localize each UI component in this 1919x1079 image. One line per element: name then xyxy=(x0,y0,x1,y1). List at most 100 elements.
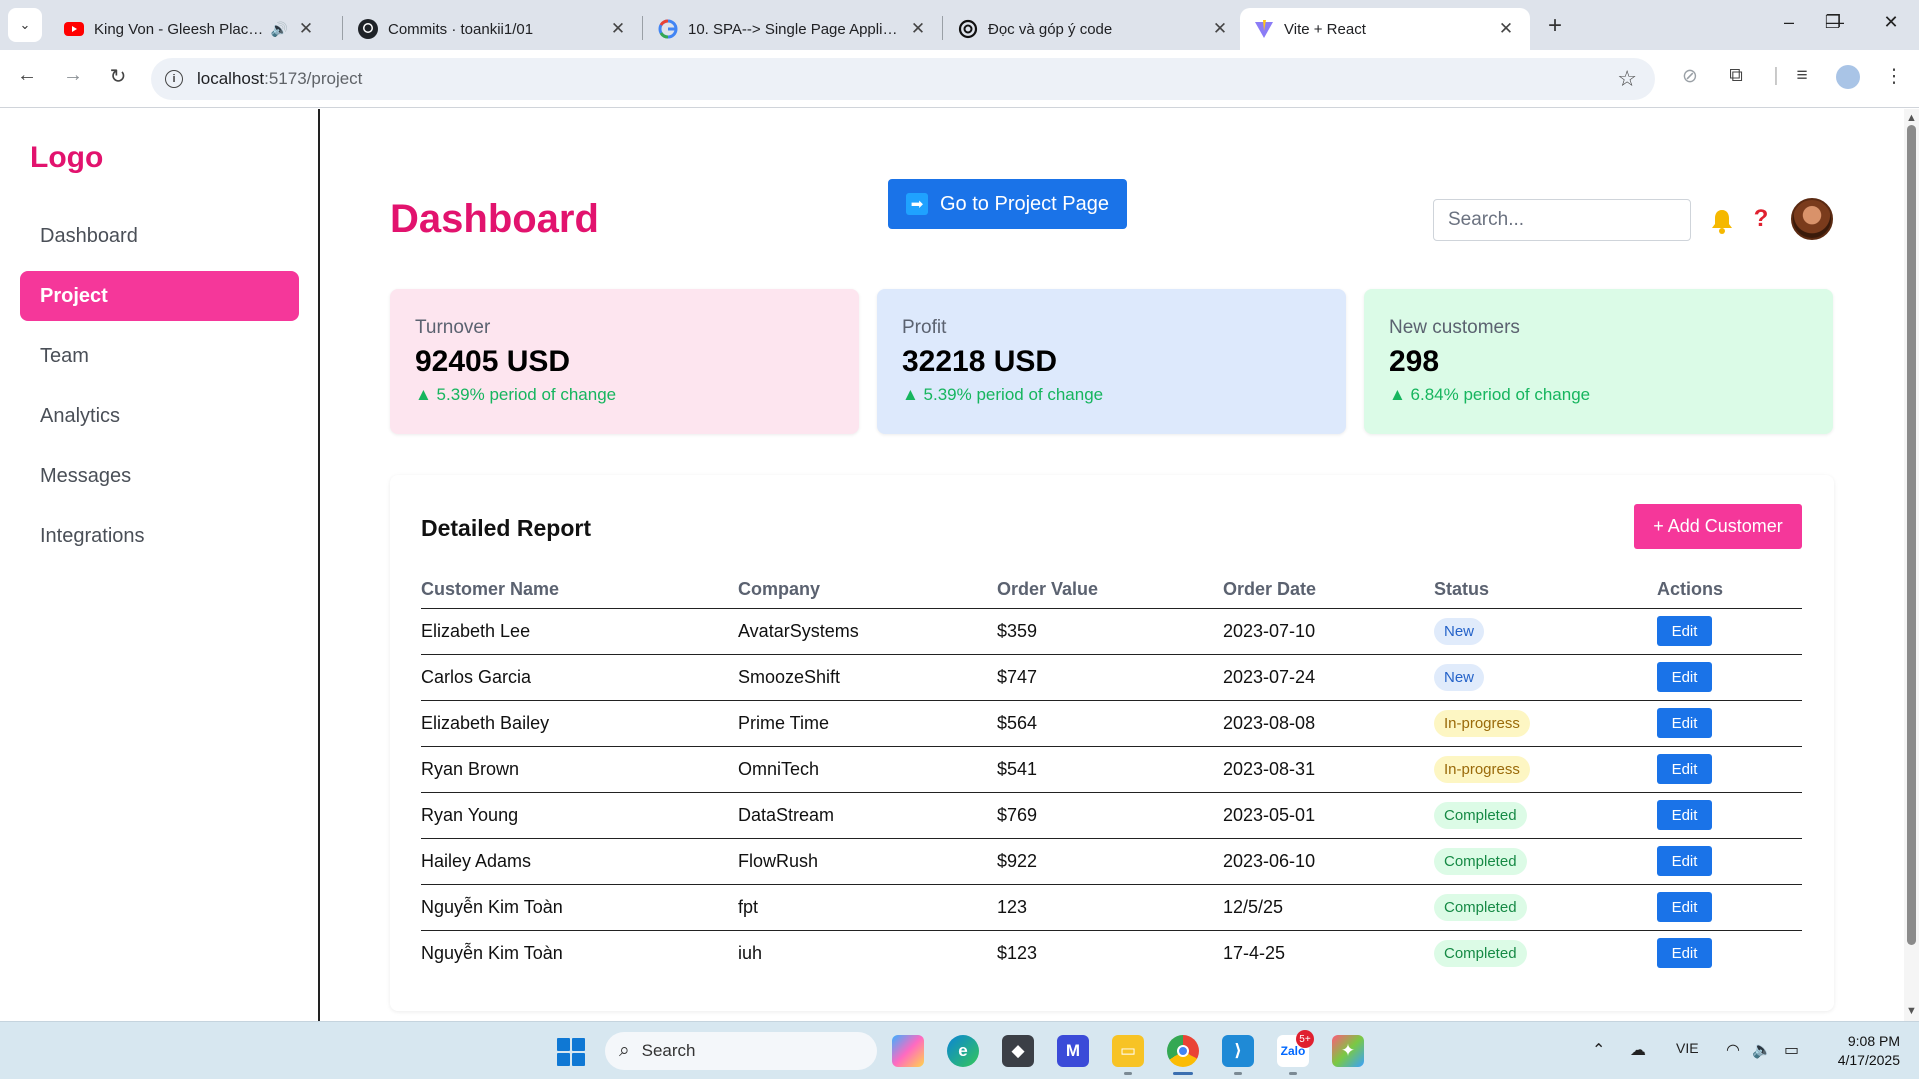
table-row: Hailey Adams FlowRush $922 2023-06-10 Co… xyxy=(421,838,1802,885)
card-label: New customers xyxy=(1389,317,1520,338)
cell-status: Completed xyxy=(1434,930,1657,976)
browser-tab-google[interactable]: 10. SPA--> Single Page Application ✕ xyxy=(644,8,942,50)
edit-button[interactable]: Edit xyxy=(1657,754,1712,784)
sidebar: Logo Dashboard Project Team Analytics Me… xyxy=(0,109,320,1021)
file-explorer-icon[interactable]: ▭ xyxy=(1112,1035,1144,1067)
back-arrow-icon[interactable]: ← xyxy=(12,64,42,87)
go-to-project-button[interactable]: ➡ Go to Project Page xyxy=(888,179,1127,229)
logo[interactable]: Logo xyxy=(30,141,103,175)
close-icon[interactable]: ✕ xyxy=(1496,19,1516,39)
reload-icon[interactable]: ↻ xyxy=(103,64,133,89)
system-clock[interactable]: 9:08 PM 4/17/2025 xyxy=(1818,1032,1900,1070)
new-customers-card: New customers 298 ▲ 6.84% period of chan… xyxy=(1364,289,1833,434)
site-info-icon[interactable]: i xyxy=(165,70,183,88)
unity-icon[interactable]: ◆ xyxy=(1002,1035,1034,1067)
extensions-puzzle-icon[interactable]: ⧉ xyxy=(1722,65,1750,87)
scroll-down-arrow-icon[interactable]: ▼ xyxy=(1905,1005,1918,1017)
column-header-order-value[interactable]: Order Value xyxy=(997,571,1223,609)
add-customer-button[interactable]: + Add Customer xyxy=(1634,504,1802,549)
address-bar[interactable]: i localhost:5173/project ☆ xyxy=(151,58,1655,100)
app-launcher-icon[interactable]: ✦ xyxy=(1332,1035,1364,1067)
edit-button[interactable]: Edit xyxy=(1657,892,1712,922)
minimize-window-button[interactable]: – xyxy=(1774,12,1804,33)
close-icon[interactable]: ✕ xyxy=(608,19,628,39)
sidebar-item-analytics[interactable]: Analytics xyxy=(20,391,299,441)
more-menu-icon[interactable]: ⋮ xyxy=(1880,65,1908,88)
arrow-right-icon: ➡ xyxy=(906,193,928,215)
tab-separator xyxy=(642,16,643,40)
status-badge: In-progress xyxy=(1434,709,1530,737)
cell-customer-name: Ryan Young xyxy=(421,792,738,839)
cell-order-value: $747 xyxy=(997,654,1223,701)
sidebar-item-team[interactable]: Team xyxy=(20,331,299,381)
windows-start-icon[interactable] xyxy=(557,1038,585,1066)
forward-arrow-icon[interactable]: → xyxy=(58,64,88,87)
running-indicator xyxy=(1234,1072,1242,1075)
turnover-card: Turnover 92405 USD ▲ 5.39% period of cha… xyxy=(390,289,859,434)
edit-button[interactable]: Edit xyxy=(1657,846,1712,876)
show-hidden-icons-chevron-icon[interactable]: ⌃ xyxy=(1592,1040,1605,1060)
sidebar-item-dashboard[interactable]: Dashboard xyxy=(20,211,299,261)
tab-title: 10. SPA--> Single Page Application xyxy=(688,20,900,38)
browser-tab-vite[interactable]: Vite + React ✕ xyxy=(1240,8,1530,50)
bell-icon[interactable] xyxy=(1709,207,1735,235)
bookmark-star-icon[interactable]: ☆ xyxy=(1617,66,1637,92)
sidebar-item-project[interactable]: Project xyxy=(20,271,299,321)
chrome-icon[interactable] xyxy=(1167,1035,1199,1067)
search-input[interactable] xyxy=(1433,199,1691,241)
close-icon[interactable]: ✕ xyxy=(296,19,316,39)
close-window-button[interactable]: ✕ xyxy=(1876,12,1906,33)
taskbar-search-box[interactable]: ⌕ Search xyxy=(605,1032,877,1070)
copilot-icon[interactable] xyxy=(892,1035,924,1067)
cell-company: SmoozeShift xyxy=(738,654,997,701)
media-control-icon[interactable]: ≡ xyxy=(1788,65,1816,87)
edit-button[interactable]: Edit xyxy=(1657,708,1712,738)
editor-app-icon[interactable]: M xyxy=(1057,1035,1089,1067)
sidebar-item-messages[interactable]: Messages xyxy=(20,451,299,501)
browser-tab-youtube[interactable]: King Von - Gleesh Place (Official 🔊 ✕ xyxy=(50,8,330,50)
cell-customer-name: Hailey Adams xyxy=(421,838,738,885)
onedrive-cloud-icon[interactable]: ☁ xyxy=(1630,1040,1646,1060)
status-badge: Completed xyxy=(1434,847,1527,875)
edge-browser-icon[interactable]: e xyxy=(947,1035,979,1067)
cell-customer-name: Carlos Garcia xyxy=(421,654,738,701)
avatar[interactable] xyxy=(1791,198,1833,240)
speaker-icon[interactable]: 🔊 xyxy=(271,21,288,38)
browser-tab-chatgpt[interactable]: Đọc và góp ý code ✕ xyxy=(944,8,1244,50)
edit-button[interactable]: Edit xyxy=(1657,616,1712,646)
page-scrollbar-thumb[interactable] xyxy=(1907,125,1916,945)
card-change: ▲ 6.84% period of change xyxy=(1389,385,1591,404)
cell-company: iuh xyxy=(738,942,763,963)
tab-search-button[interactable]: ⌄ xyxy=(8,8,42,42)
column-header-company[interactable]: Company xyxy=(738,571,997,609)
column-header-order-date[interactable]: Order Date xyxy=(1223,571,1434,609)
cell-customer-name: Nguyễn Kim Toàn xyxy=(421,942,563,963)
help-question-icon[interactable]: ? xyxy=(1751,205,1771,233)
browser-tab-github[interactable]: Commits · toankii1/01 ✕ xyxy=(344,8,642,50)
new-tab-button[interactable]: + xyxy=(1540,12,1570,40)
edit-button[interactable]: Edit xyxy=(1657,662,1712,692)
column-header-customer-name[interactable]: Customer Name xyxy=(421,571,738,609)
edit-button[interactable]: Edit xyxy=(1657,800,1712,830)
wifi-icon[interactable]: ◠ xyxy=(1726,1040,1740,1060)
column-header-status[interactable]: Status xyxy=(1434,571,1657,609)
volume-icon[interactable]: 🔈 xyxy=(1752,1040,1772,1060)
taskbar-search-label: Search xyxy=(641,1041,696,1060)
cell-actions: Edit xyxy=(1657,746,1802,793)
edit-button[interactable]: Edit xyxy=(1657,938,1712,969)
compass-icon[interactable]: ⊘ xyxy=(1676,65,1704,88)
restore-window-button[interactable]: ❐ xyxy=(1818,12,1848,33)
scroll-up-arrow-icon[interactable]: ▲ xyxy=(1905,112,1918,124)
cell-company: fpt xyxy=(738,884,997,931)
close-icon[interactable]: ✕ xyxy=(908,19,928,39)
sidebar-item-integrations[interactable]: Integrations xyxy=(20,511,299,561)
tab-title: Vite + React xyxy=(1284,20,1366,38)
profile-avatar-icon[interactable] xyxy=(1834,65,1862,95)
cell-status: Completed xyxy=(1434,884,1657,931)
clock-time: 9:08 PM xyxy=(1847,1033,1900,1049)
vscode-icon[interactable]: ⟩ xyxy=(1222,1035,1254,1067)
battery-icon[interactable]: ▭ xyxy=(1784,1040,1799,1060)
table-row: Carlos Garcia SmoozeShift $747 2023-07-2… xyxy=(421,654,1802,701)
language-indicator[interactable]: VIE xyxy=(1676,1040,1699,1056)
close-icon[interactable]: ✕ xyxy=(1210,19,1230,39)
